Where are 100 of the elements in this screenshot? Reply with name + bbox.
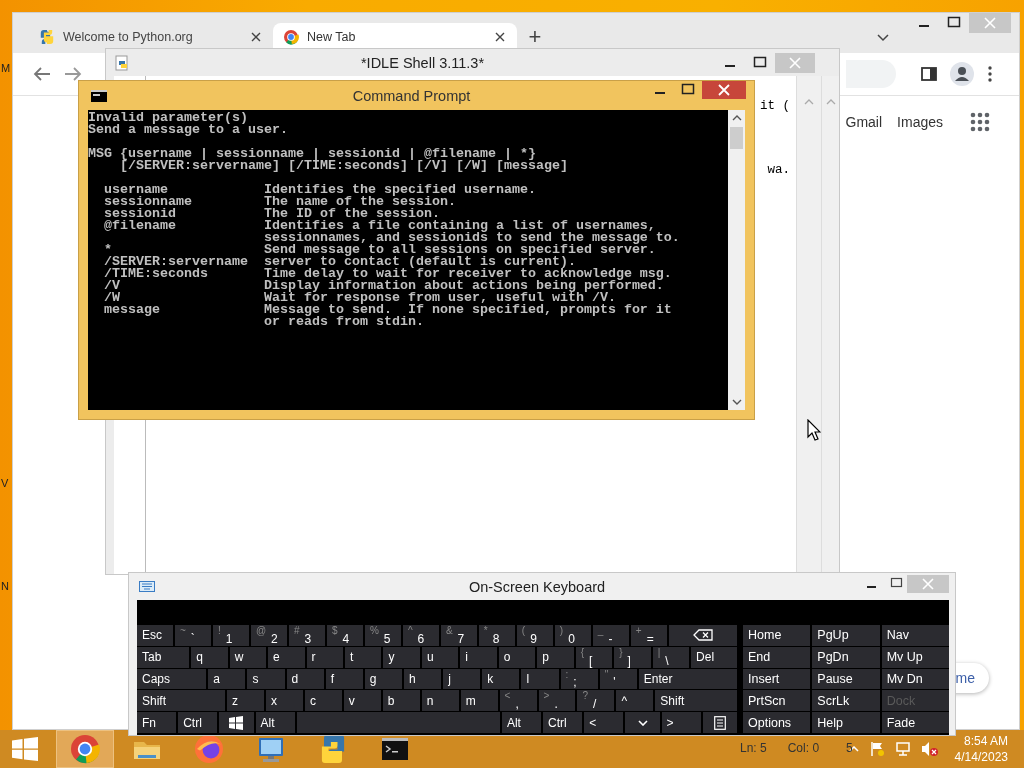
keyboard-key[interactable]: k	[482, 668, 520, 690]
keyboard-key[interactable]: l	[521, 668, 559, 690]
keyboard-key[interactable]: d	[286, 668, 324, 690]
desktop-icon-label[interactable]: V	[1, 477, 9, 489]
keyboard-key[interactable]	[702, 712, 737, 733]
network-icon[interactable]	[894, 741, 911, 757]
speaker-muted-icon[interactable]	[920, 741, 939, 757]
keyboard-key[interactable]: PrtScn	[743, 690, 811, 712]
keyboard-key[interactable]: > .	[538, 690, 576, 712]
keyboard-key[interactable]: _ -	[592, 625, 629, 646]
keyboard-key[interactable]: ( 9	[516, 625, 553, 646]
scroll-thumb[interactable]	[730, 127, 743, 149]
keyboard-key[interactable]	[219, 712, 254, 733]
keyboard-key[interactable]: ^ 6	[402, 625, 439, 646]
keyboard-key[interactable]: i	[460, 646, 497, 668]
keyboard-key[interactable]: PgDn	[812, 646, 880, 668]
keyboard-key[interactable]: : ;	[560, 668, 598, 690]
apps-grid-icon[interactable]	[970, 112, 990, 132]
keyboard-key[interactable]: Shift	[137, 690, 226, 712]
scrollbar[interactable]	[728, 110, 745, 410]
browser-tab[interactable]: Welcome to Python.org	[29, 23, 273, 50]
keyboard-key[interactable]: Alt	[501, 712, 542, 733]
keyboard-key[interactable]: >	[661, 712, 701, 733]
keyboard-key[interactable]: o	[498, 646, 536, 668]
keyboard-key[interactable]: @ 2	[250, 625, 287, 646]
keyboard-key[interactable]: PgUp	[812, 625, 880, 646]
chevron-down-icon[interactable]	[877, 34, 889, 42]
keyboard-key[interactable]	[625, 712, 660, 733]
keyboard-key[interactable]: a	[208, 668, 246, 690]
keyboard-key[interactable]: Nav	[881, 625, 949, 646]
keyboard-key[interactable]: Enter	[638, 668, 738, 690]
header-link[interactable]: Gmail	[845, 114, 883, 130]
header-link[interactable]: Images	[897, 114, 943, 130]
keyboard-key[interactable]: ? /	[577, 690, 615, 712]
keyboard-key[interactable]: g	[364, 668, 402, 690]
profile-icon[interactable]	[950, 62, 974, 86]
keyboard-key[interactable]: < ,	[499, 690, 537, 712]
keyboard-key[interactable]: y	[383, 646, 420, 668]
flag-icon[interactable]	[868, 741, 885, 757]
keyboard-key[interactable]: Home	[743, 625, 811, 646]
keyboard-key[interactable]: Esc	[137, 625, 173, 646]
keyboard-key[interactable]: Ctrl	[543, 712, 583, 733]
keyboard-key[interactable]: Pause	[812, 668, 880, 690]
keyboard-key[interactable]: ~ `	[175, 625, 211, 646]
keyboard-key[interactable]: Caps	[137, 668, 207, 690]
scroll-down-icon[interactable]	[731, 399, 742, 405]
close-icon[interactable]	[495, 31, 505, 42]
keyboard-key[interactable]: h	[404, 668, 442, 690]
keyboard-key[interactable]: End	[743, 646, 811, 668]
keyboard-key[interactable]: Alt	[255, 712, 295, 733]
scrollbar[interactable]	[796, 76, 821, 574]
keyboard-key[interactable]: ) 0	[554, 625, 591, 646]
keyboard-key[interactable]	[668, 625, 737, 646]
keyboard-key[interactable]: b	[382, 690, 420, 712]
keyboard-key[interactable]: n	[421, 690, 459, 712]
keyboard-key[interactable]: x	[265, 690, 303, 712]
keyboard-key[interactable]: Options	[743, 712, 811, 733]
keyboard-key[interactable]: f	[325, 668, 363, 690]
keyboard-key[interactable]: q	[191, 646, 228, 668]
keyboard-key[interactable]: ! 1	[212, 625, 249, 646]
desktop-icon-label[interactable]: N	[1, 580, 9, 592]
back-arrow-icon[interactable]	[33, 66, 51, 82]
keyboard-key[interactable]: r	[306, 646, 343, 668]
new-tab-button[interactable]: +	[521, 23, 549, 50]
keyboard-key[interactable]: # 3	[288, 625, 325, 646]
keyboard-key[interactable]: p	[537, 646, 574, 668]
keyboard-key[interactable]: * 8	[478, 625, 515, 646]
keyboard-key[interactable]: Del	[691, 646, 737, 668]
keyboard-key[interactable]: Tab	[137, 646, 190, 668]
desktop-icon-label[interactable]: M	[1, 62, 11, 74]
keyboard-key[interactable]: Fade	[881, 712, 949, 733]
keyboard-key[interactable]: Fn	[137, 712, 177, 733]
keyboard-key[interactable]: j	[443, 668, 481, 690]
keyboard-key[interactable]: | \	[652, 646, 690, 668]
browser-tab[interactable]: New Tab	[273, 23, 517, 50]
keyboard-key[interactable]: Mv Dn	[881, 668, 949, 690]
scroll-up-icon[interactable]	[731, 115, 742, 121]
keyboard-key[interactable]: s	[247, 668, 285, 690]
keyboard-key[interactable]: Insert	[743, 668, 811, 690]
keyboard-key[interactable]: Help	[812, 712, 880, 733]
keyboard-key[interactable]: c	[304, 690, 342, 712]
keyboard-key[interactable]: w	[229, 646, 267, 668]
keyboard-key[interactable]: v	[343, 690, 381, 712]
keyboard-key[interactable]: m	[460, 690, 498, 712]
keyboard-key[interactable]: } ]	[614, 646, 651, 668]
keyboard-key[interactable]: $ 4	[326, 625, 363, 646]
keyboard-key[interactable]: e	[268, 646, 305, 668]
keyboard-key[interactable]: ScrLk	[812, 690, 880, 712]
forward-arrow-icon[interactable]	[64, 66, 82, 82]
keyboard-key[interactable]: & 7	[440, 625, 477, 646]
keyboard-key[interactable]: ^	[616, 690, 654, 712]
menu-dots-icon[interactable]	[987, 66, 993, 82]
keyboard-key[interactable]: Shift	[655, 690, 737, 712]
side-panel-icon[interactable]	[921, 66, 937, 82]
keyboard-key[interactable]: % 5	[364, 625, 401, 646]
keyboard-key[interactable]: Mv Up	[881, 646, 949, 668]
scrollbar[interactable]	[821, 76, 839, 574]
keyboard-key[interactable]: " '	[599, 668, 637, 690]
windows-logo-icon[interactable]	[12, 737, 38, 761]
keyboard-key[interactable]: Ctrl	[178, 712, 218, 733]
